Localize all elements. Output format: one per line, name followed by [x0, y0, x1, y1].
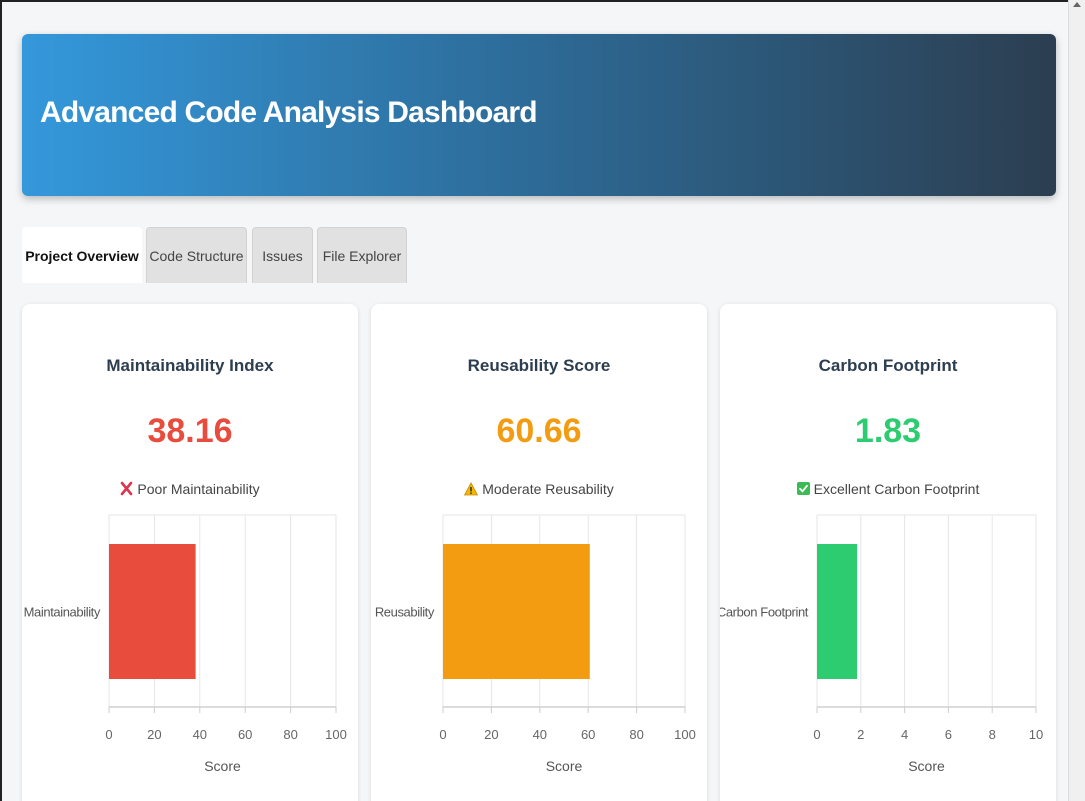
metric-value: 38.16	[147, 412, 233, 450]
check-icon	[796, 482, 810, 498]
reusability-chart: 0 20 40 60 80 100 Reusability Score	[375, 514, 696, 774]
x-tick-label: 8	[989, 727, 996, 742]
y-category-label: Carbon Footprint	[720, 605, 809, 620]
tab-issues[interactable]: Issues	[252, 227, 313, 283]
y-category-label: Reusability	[375, 605, 435, 620]
status-text: Excellent Carbon Footprint	[813, 481, 980, 497]
chart-bar	[109, 544, 196, 679]
status-text: Poor Maintainability	[137, 481, 260, 497]
status-line: Poor Maintainability	[22, 481, 358, 499]
metric-value: 1.83	[854, 412, 922, 450]
x-tick-label: 6	[945, 727, 952, 742]
warning-icon	[464, 481, 479, 499]
scroll-up-arrow-icon[interactable]	[1073, 2, 1081, 7]
x-tick-label: 2	[857, 727, 864, 742]
chart-bar	[443, 544, 590, 679]
chart-bar	[817, 544, 858, 679]
x-tick-label: 20	[484, 727, 498, 742]
tab-code-structure[interactable]: Code Structure	[146, 227, 247, 283]
x-tick-label: 100	[325, 727, 347, 742]
x-tick-label: 0	[813, 727, 820, 742]
x-tick-label: 60	[238, 727, 252, 742]
maintainability-chart: 0 20 40 60 80 100 Maintainability Score	[24, 514, 347, 774]
x-axis-title: Score	[546, 758, 583, 774]
x-tick-label: 40	[533, 727, 547, 742]
page-title: Advanced Code Analysis Dashboard	[40, 96, 538, 129]
tab-project-overview[interactable]: Project Overview	[22, 227, 142, 283]
x-tick-label: 40	[193, 727, 207, 742]
x-tick-label: 10	[1029, 727, 1043, 742]
dashboard-page: Advanced Code Analysis Dashboard Project…	[0, 0, 1068, 801]
x-tick-label: 0	[439, 727, 446, 742]
x-tick-label: 80	[629, 727, 643, 742]
x-tick-label: 80	[283, 727, 297, 742]
status-line: Excellent Carbon Footprint	[720, 481, 1056, 498]
x-axis-title: Score	[908, 758, 945, 774]
carbon-footprint-chart: 0 2 4 6 8 10 Carbon Footprint Score	[720, 514, 1043, 774]
tab-file-explorer[interactable]: File Explorer	[317, 227, 407, 283]
x-tick-label: 20	[147, 727, 161, 742]
status-text: Moderate Reusability	[482, 481, 614, 497]
card-title: Maintainability Index	[106, 356, 274, 375]
y-category-label: Maintainability	[24, 605, 101, 620]
vertical-scrollbar[interactable]	[1068, 0, 1085, 801]
dashboard-header: Advanced Code Analysis Dashboard	[22, 34, 1056, 196]
card-title: Carbon Footprint	[818, 356, 958, 375]
x-axis-title: Score	[204, 758, 241, 774]
metric-value: 60.66	[496, 412, 582, 450]
cross-icon	[120, 481, 133, 499]
x-tick-label: 100	[674, 727, 696, 742]
x-tick-label: 4	[901, 727, 908, 742]
x-tick-label: 0	[105, 727, 112, 742]
x-tick-label: 60	[581, 727, 595, 742]
status-line: Moderate Reusability	[371, 481, 707, 499]
card-title: Reusability Score	[467, 356, 611, 375]
